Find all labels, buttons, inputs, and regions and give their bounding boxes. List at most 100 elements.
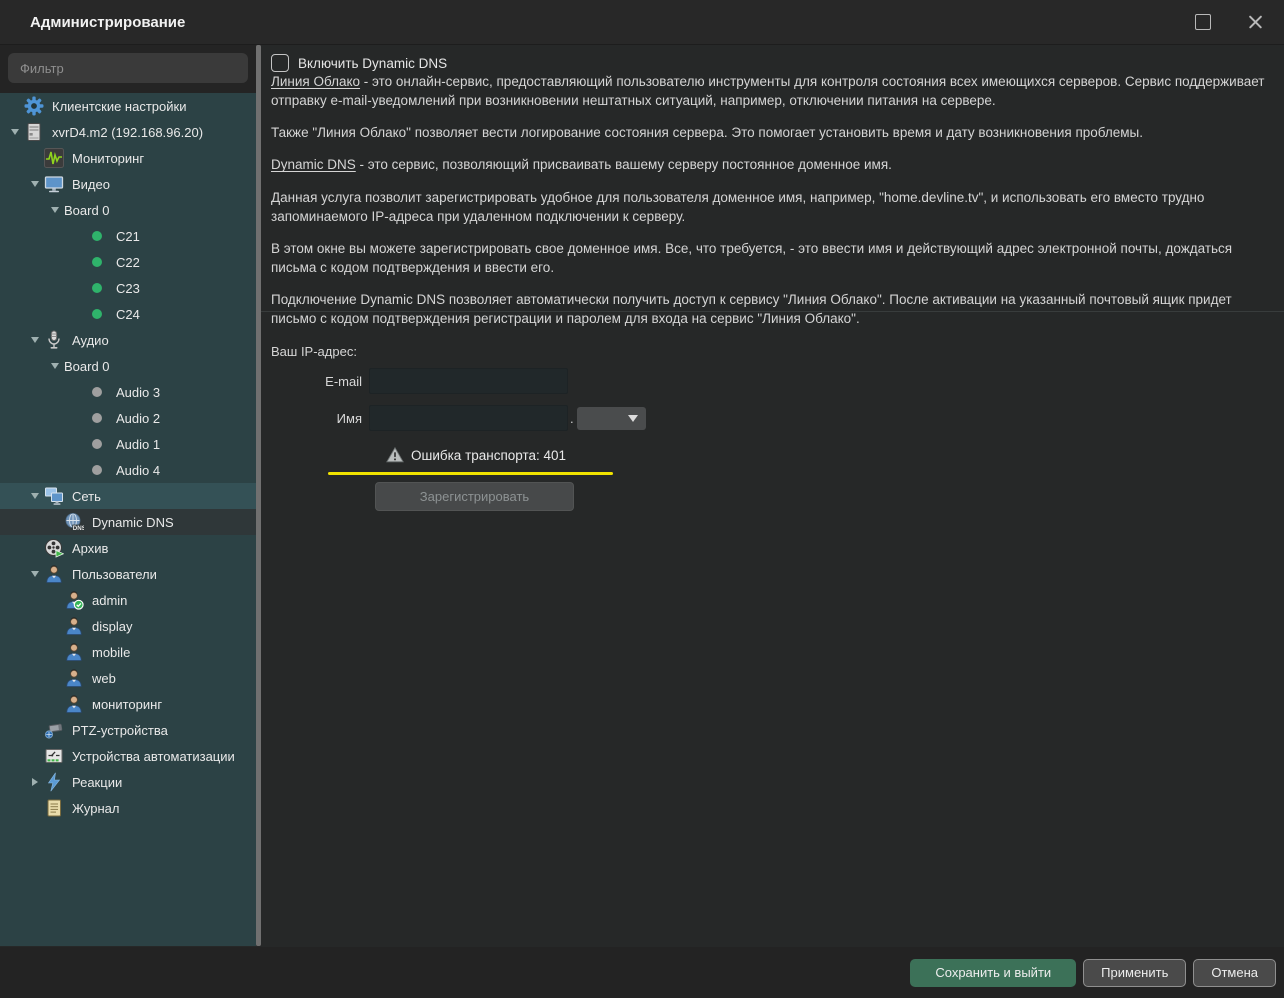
tree-item-label: Устройства автоматизации [72,749,235,764]
arrow-spacer [66,305,84,323]
name-row: Имя . [270,405,646,431]
tree-item-audio-3[interactable]: Audio 3 [0,379,256,405]
inline-link[interactable]: Dynamic DNS [271,157,356,172]
chevron-down-icon[interactable] [26,487,44,505]
arrow-spacer [26,149,44,167]
tree-item-user-web[interactable]: web [0,665,256,691]
arrow-spacer [66,409,84,427]
tree-item-journal[interactable]: Журнал [0,795,256,821]
tree-item-audio-1[interactable]: Audio 1 [0,431,256,457]
svg-text:DNS: DNS [73,525,84,532]
ptz-camera-icon [44,720,64,740]
tree-item-automation-devices[interactable]: Устройства автоматизации [0,743,256,769]
transport-error: Ошибка транспорта: 401 [386,446,566,464]
tree: Клиентские настройки xvrD4.m2 (192.168.96… [0,93,256,946]
chevron-down-icon[interactable] [26,331,44,349]
tree-item-camera-c22[interactable]: C22 [0,249,256,275]
tree-item-camera-c21[interactable]: C21 [0,223,256,249]
arrow-spacer [26,799,44,817]
chevron-down-icon[interactable] [46,357,64,375]
gear-icon [24,96,44,116]
window-controls [1188,0,1270,44]
film-reel-icon [44,538,64,558]
chevron-down-icon[interactable] [26,175,44,193]
monitor-icon [44,174,64,194]
title-bar: Администрирование [0,0,1284,45]
tree-item-user-monitoring[interactable]: мониторинг [0,691,256,717]
apply-button[interactable]: Применить [1083,959,1186,987]
tree-item-label: мониторинг [92,697,162,712]
domain-select[interactable] [577,407,646,430]
tree-item-dynamic-dns[interactable]: DNS Dynamic DNS [0,509,256,535]
tree-item-camera-c24[interactable]: C24 [0,301,256,327]
chevron-down-icon[interactable] [46,201,64,219]
tree-item-server-xvrd4[interactable]: xvrD4.m2 (192.168.96.20) [0,119,256,145]
save-and-exit-button[interactable]: Сохранить и выйти [910,959,1076,987]
enable-dynamic-dns-checkbox[interactable] [271,54,289,72]
status-bullet [92,283,102,293]
tree-item-archive[interactable]: Архив [0,535,256,561]
close-button[interactable] [1240,7,1270,37]
description-paragraph: В этом окне вы можете зарегистрировать с… [271,239,1271,277]
chevron-right-icon[interactable] [26,773,44,791]
name-field[interactable] [369,405,568,431]
tree-item-label: mobile [92,645,130,660]
tree-item-label: Пользователи [72,567,157,582]
maximize-icon [1195,14,1211,30]
filter-input[interactable] [8,53,248,83]
lightning-icon [44,772,64,792]
tree-item-ptz-devices[interactable]: PTZ-устройства [0,717,256,743]
tree-item-client-settings[interactable]: Клиентские настройки [0,93,256,119]
tree-item-users[interactable]: Пользователи [0,561,256,587]
sidebar: Клиентские настройки xvrD4.m2 (192.168.96… [0,45,256,946]
filter-wrap [0,45,256,91]
tree-item-user-display[interactable]: display [0,613,256,639]
chevron-down-icon[interactable] [6,123,24,141]
chevron-down-icon[interactable] [26,565,44,583]
user-icon [64,668,84,688]
tree-item-video-board-0[interactable]: Board 0 [0,197,256,223]
tree-item-label: Видео [72,177,110,192]
status-bullet [92,413,102,423]
arrow-spacer [66,461,84,479]
maximize-button[interactable] [1188,7,1218,37]
tree-item-video[interactable]: Видео [0,171,256,197]
domain-separator: . [570,411,574,426]
user-icon [44,564,64,584]
tree-item-label: C24 [116,307,140,322]
tree-item-label: Board 0 [64,203,110,218]
tree-item-audio-4[interactable]: Audio 4 [0,457,256,483]
inline-link[interactable]: Линия Облако [271,74,360,89]
tree-item-label: C23 [116,281,140,296]
status-bullet [92,465,102,475]
tree-item-label: xvrD4.m2 (192.168.96.20) [52,125,203,140]
network-icon [44,486,64,506]
status-bullet [92,309,102,319]
cancel-button[interactable]: Отмена [1193,959,1276,987]
tree-item-audio-2[interactable]: Audio 2 [0,405,256,431]
tree-item-network[interactable]: Сеть [0,483,256,509]
tree-item-label: C21 [116,229,140,244]
tree-item-label: Журнал [72,801,119,816]
arrow-spacer [66,279,84,297]
email-row: E-mail [270,368,568,394]
tree-item-reactions[interactable]: Реакции [0,769,256,795]
tree-item-label: Архив [72,541,108,556]
tree-item-user-admin[interactable]: admin [0,587,256,613]
register-button[interactable]: Зарегистрировать [375,482,574,511]
tree-item-monitoring[interactable]: Мониторинг [0,145,256,171]
tree-item-audio-board-0[interactable]: Board 0 [0,353,256,379]
description-paragraph: Также "Линия Облако" позволяет вести лог… [271,123,1271,142]
tree-item-label: display [92,619,132,634]
email-field[interactable] [369,368,568,394]
tree-item-label: Dynamic DNS [92,515,174,530]
tree-item-camera-c23[interactable]: C23 [0,275,256,301]
tree-item-audio[interactable]: Аудио [0,327,256,353]
close-icon [1248,15,1263,30]
tree-item-label: Аудио [72,333,109,348]
error-underline [328,472,613,475]
ip-address-label: Ваш IP-адрес: [271,344,357,359]
arrow-spacer [46,669,64,687]
tree-item-label: Сеть [72,489,101,504]
tree-item-user-mobile[interactable]: mobile [0,639,256,665]
